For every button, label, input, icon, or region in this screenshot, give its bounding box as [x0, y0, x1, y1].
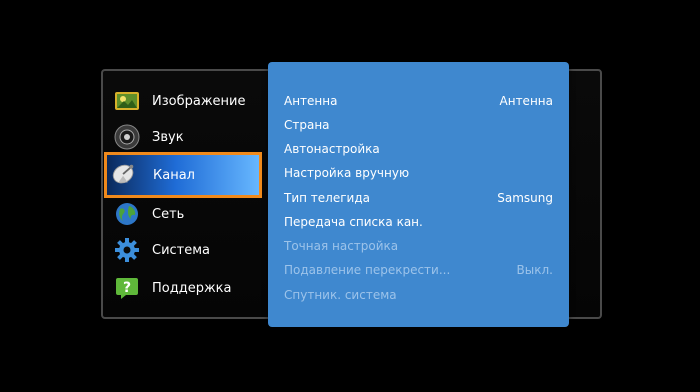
- menu-item-auto-tune[interactable]: Автонастройка: [284, 139, 553, 159]
- category-label: Звук: [152, 129, 184, 145]
- category-support[interactable]: ? Поддержка: [110, 273, 260, 303]
- svg-text:?: ?: [123, 280, 131, 296]
- menu-item-label: Антенна: [284, 94, 338, 108]
- menu-item-label: Тип телегида: [284, 191, 370, 205]
- menu-item-value: Samsung: [497, 191, 553, 205]
- channel-submenu: Антенна Антенна Страна Автонастройка Нас…: [268, 62, 569, 327]
- menu-item-label: Спутник. система: [284, 288, 397, 302]
- category-label: Поддержка: [152, 280, 232, 296]
- category-label: Сеть: [152, 206, 185, 222]
- menu-item-satellite-system: Спутник. система: [284, 285, 553, 305]
- menu-item-label: Передача списка кан.: [284, 215, 423, 229]
- menu-item-value: Выкл.: [516, 263, 553, 277]
- help-icon: ?: [114, 275, 140, 301]
- menu-item-antenna[interactable]: Антенна Антенна: [284, 91, 553, 111]
- globe-icon: [114, 201, 140, 227]
- menu-item-crosstalk-suppression: Подавление перекрести... Выкл.: [284, 260, 553, 280]
- menu-item-manual-tune[interactable]: Настройка вручную: [284, 163, 553, 183]
- category-sound[interactable]: Звук: [110, 122, 260, 152]
- category-system[interactable]: Система: [110, 235, 260, 265]
- category-picture[interactable]: Изображение: [110, 86, 260, 116]
- category-channel[interactable]: Канал: [104, 152, 262, 198]
- menu-item-label: Страна: [284, 118, 330, 132]
- category-label: Изображение: [152, 93, 246, 109]
- menu-item-label: Автонастройка: [284, 142, 380, 156]
- satellite-dish-icon: [111, 162, 137, 188]
- category-network[interactable]: Сеть: [110, 199, 260, 229]
- speaker-icon: [114, 124, 140, 150]
- category-label: Канал: [153, 167, 195, 183]
- gear-icon: [114, 237, 140, 263]
- menu-item-value: Антенна: [499, 94, 553, 108]
- category-label: Система: [152, 242, 211, 258]
- menu-item-label: Подавление перекрести...: [284, 263, 451, 277]
- menu-item-channel-list-transfer[interactable]: Передача списка кан.: [284, 212, 553, 232]
- menu-item-fine-tune: Точная настройка: [284, 236, 553, 256]
- menu-item-label: Настройка вручную: [284, 166, 410, 180]
- picture-icon: [114, 88, 140, 114]
- tv-screen: Изображение Звук Канал Сеть Система ? По…: [0, 0, 700, 392]
- menu-item-country[interactable]: Страна: [284, 115, 553, 135]
- menu-item-label: Точная настройка: [284, 239, 399, 253]
- menu-item-guide-type[interactable]: Тип телегида Samsung: [284, 188, 553, 208]
